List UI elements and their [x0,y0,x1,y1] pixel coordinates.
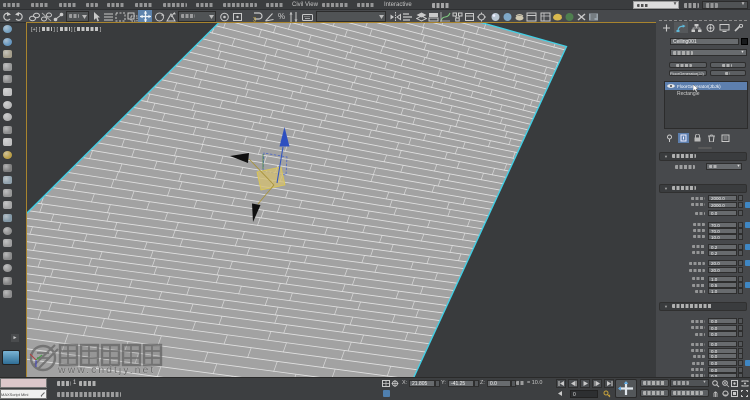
svg-text:www.cndtjy.net: www.cndtjy.net [57,364,155,376]
